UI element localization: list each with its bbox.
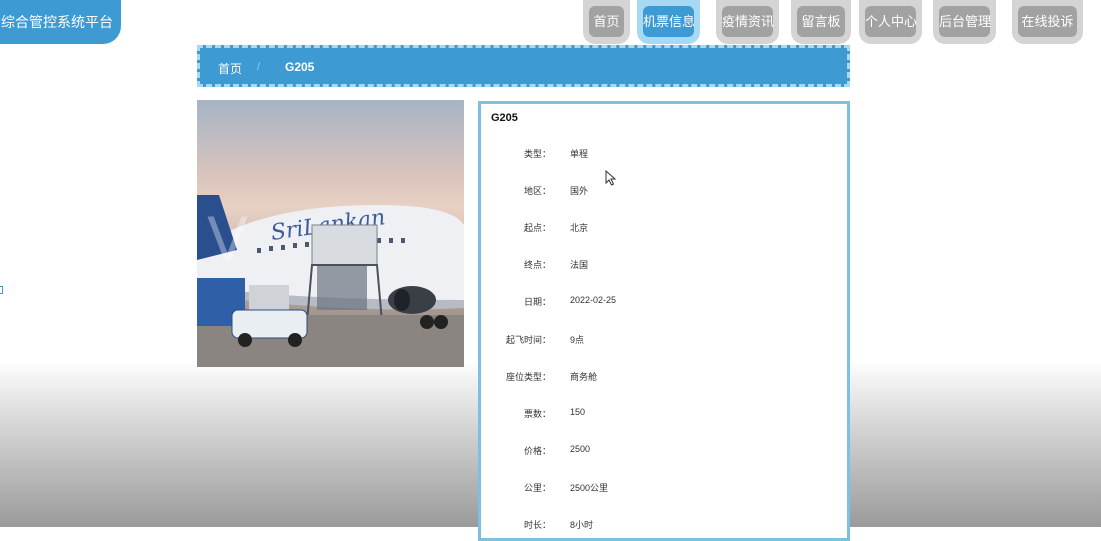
field-row-date: 日期： 2022-02-25	[481, 295, 841, 311]
field-row-distance: 公里： 2500公里	[481, 481, 841, 497]
tab-online-complaint[interactable]: 在线投诉	[1012, 0, 1083, 44]
tab-label: 在线投诉	[1018, 6, 1077, 37]
site-logo-title: 综合管控系统平台	[0, 0, 121, 44]
tab-admin[interactable]: 后台管理	[933, 0, 996, 44]
mouse-cursor-icon	[605, 170, 617, 186]
field-row-region: 地区： 国外	[481, 184, 841, 200]
field-label: 类型：	[523, 149, 551, 159]
field-value: 单程	[570, 149, 589, 159]
field-label: 票数：	[523, 409, 551, 419]
field-value: 法国	[570, 260, 589, 270]
field-label: 座位类型：	[505, 372, 551, 382]
tab-personal-center[interactable]: 个人中心	[859, 0, 922, 44]
flight-title: G205	[491, 112, 518, 124]
tab-label: 首页	[589, 6, 624, 37]
field-label: 公里：	[523, 483, 551, 493]
field-label: 价格：	[523, 446, 551, 456]
field-value: 国外	[570, 186, 589, 196]
field-row-ticket-count: 票数： 150	[481, 407, 841, 423]
field-label: 时长：	[523, 520, 551, 530]
breadcrumb-separator: /	[257, 61, 261, 73]
field-value: 150	[570, 407, 586, 417]
tab-epidemic-news[interactable]: 疫情资讯	[716, 0, 779, 44]
field-value: 9点	[570, 335, 585, 345]
field-label: 起飞时间：	[505, 335, 551, 345]
flight-photo: SriLankan V	[197, 100, 464, 367]
field-row-seat-type: 座位类型： 商务舱	[481, 370, 841, 386]
breadcrumb-current: G205	[285, 60, 315, 74]
field-value: 2022-02-25	[570, 295, 617, 305]
svg-text:V: V	[207, 205, 248, 275]
field-value: 2500	[570, 444, 591, 454]
flight-detail-panel: G205 类型： 单程 地区： 国外 起点： 北京 终点： 法国 日期： 2022-02-…	[478, 101, 850, 541]
tab-label: 机票信息	[643, 6, 695, 37]
field-value: 8小时	[570, 520, 594, 530]
tab-label: 留言板	[797, 6, 845, 37]
field-value: 北京	[570, 223, 589, 233]
breadcrumb: 首页 / G205	[197, 45, 850, 87]
field-row-origin: 起点： 北京	[481, 221, 841, 237]
field-value: 2500公里	[570, 483, 609, 493]
field-row-duration: 时长： 8小时	[481, 518, 841, 534]
field-label: 日期：	[523, 297, 551, 307]
tab-label: 后台管理	[939, 6, 991, 37]
breadcrumb-home-link[interactable]: 首页	[218, 60, 242, 77]
left-edge-marker	[0, 286, 3, 294]
tab-label: 疫情资讯	[722, 6, 774, 37]
field-row-destination: 终点： 法国	[481, 258, 841, 274]
field-row-price: 价格： 2500	[481, 444, 841, 460]
field-label: 起点：	[523, 223, 551, 233]
tab-label: 个人中心	[865, 6, 917, 37]
tab-home[interactable]: 首页	[583, 0, 630, 44]
field-label: 地区：	[523, 186, 551, 196]
airplane-illustration: SriLankan V	[197, 195, 464, 367]
tab-message-board[interactable]: 留言板	[791, 0, 851, 44]
field-label: 终点：	[523, 260, 551, 270]
field-value: 商务舱	[570, 372, 598, 382]
field-row-type: 类型： 单程	[481, 147, 841, 163]
tab-flight-tickets[interactable]: 机票信息	[637, 0, 700, 44]
field-row-departure-time: 起飞时间： 9点	[481, 333, 841, 349]
